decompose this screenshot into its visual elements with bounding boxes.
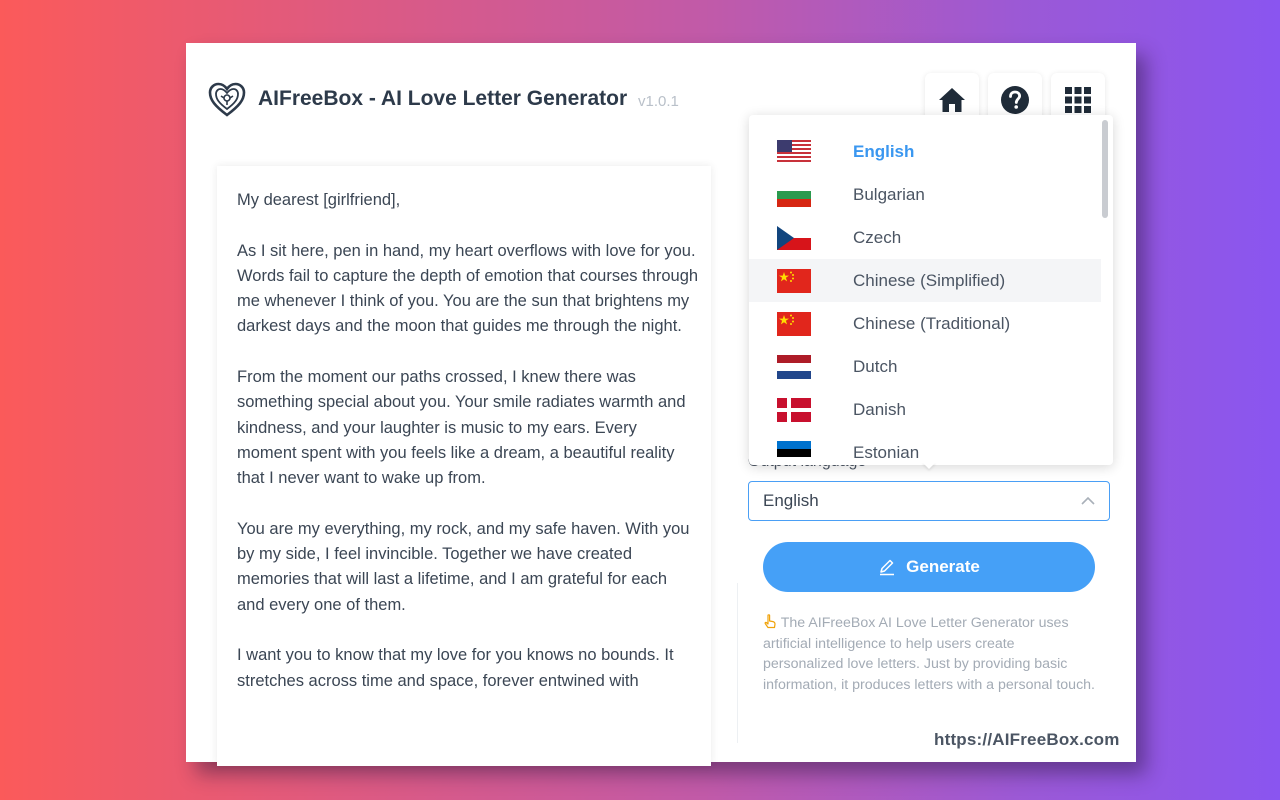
generate-button[interactable]: Generate xyxy=(763,542,1095,592)
language-dropdown[interactable]: English Bulgarian Czech Chinese (Simplif… xyxy=(749,115,1113,465)
pen-icon xyxy=(880,559,895,576)
language-option-bulgarian[interactable]: Bulgarian xyxy=(749,173,1101,216)
app-title: AIFreeBox - AI Love Letter Generator xyxy=(258,87,628,110)
footer-url-link[interactable]: https://AIFreeBox.com xyxy=(934,730,1120,750)
pointing-hand-icon xyxy=(764,614,776,629)
language-option-label: Bulgarian xyxy=(853,184,925,204)
apps-grid-icon xyxy=(1065,87,1091,113)
letter-paragraph: My dearest [girlfriend], xyxy=(237,191,401,209)
letter-paragraph: As I sit here, pen in hand, my heart ove… xyxy=(237,241,699,336)
language-option-label: Chinese (Traditional) xyxy=(853,313,1011,333)
estonia-flag-icon xyxy=(777,440,811,465)
description-body: The AIFreeBox AI Love Letter Generator u… xyxy=(763,615,1095,693)
language-option-estonian[interactable]: Estonian xyxy=(749,431,1101,465)
language-option-label: Estonian xyxy=(853,442,920,462)
language-option-dutch[interactable]: Dutch xyxy=(749,345,1101,388)
generate-button-label: Generate xyxy=(906,557,980,576)
app-version: v1.0.1 xyxy=(638,93,679,110)
dropdown-scrollbar[interactable] xyxy=(1102,120,1108,218)
china-flag-icon xyxy=(777,268,811,293)
heart-logo-icon xyxy=(208,82,246,117)
language-option-danish[interactable]: Danish xyxy=(749,388,1101,431)
china-flag-icon xyxy=(777,311,811,336)
language-option-label: Dutch xyxy=(853,356,898,376)
generated-letter[interactable]: My dearest [girlfriend], As I sit here, … xyxy=(217,166,711,766)
help-icon xyxy=(1001,86,1029,114)
letter-paragraph: From the moment our paths crossed, I kne… xyxy=(237,368,686,488)
language-option-english[interactable]: English xyxy=(749,130,1101,173)
language-option-label: Czech xyxy=(853,227,902,247)
letter-paragraph: You are my everything, my rock, and my s… xyxy=(237,519,690,614)
language-option-chinese-traditional[interactable]: Chinese (Traditional) xyxy=(749,302,1101,345)
denmark-flag-icon xyxy=(777,397,811,422)
bulgaria-flag-icon xyxy=(777,182,811,207)
letter-paragraph: I want you to know that my love for you … xyxy=(237,646,674,690)
dropdown-pointer xyxy=(922,462,936,469)
panel-divider xyxy=(737,583,738,743)
output-language-value: English xyxy=(763,491,819,510)
language-option-label: Chinese (Simplified) xyxy=(853,270,1006,290)
language-option-chinese-simplified[interactable]: Chinese (Simplified) xyxy=(749,259,1101,302)
czech-flag-icon xyxy=(777,225,811,250)
language-option-label: English xyxy=(853,141,915,161)
chevron-up-icon xyxy=(1081,497,1095,505)
language-option-czech[interactable]: Czech xyxy=(749,216,1101,259)
us-flag-icon xyxy=(777,139,811,164)
home-icon xyxy=(939,88,965,112)
output-language-select[interactable]: English xyxy=(748,481,1110,521)
netherlands-flag-icon xyxy=(777,354,811,379)
description-text: The AIFreeBox AI Love Letter Generator u… xyxy=(763,613,1095,695)
language-option-label: Danish xyxy=(853,399,906,419)
